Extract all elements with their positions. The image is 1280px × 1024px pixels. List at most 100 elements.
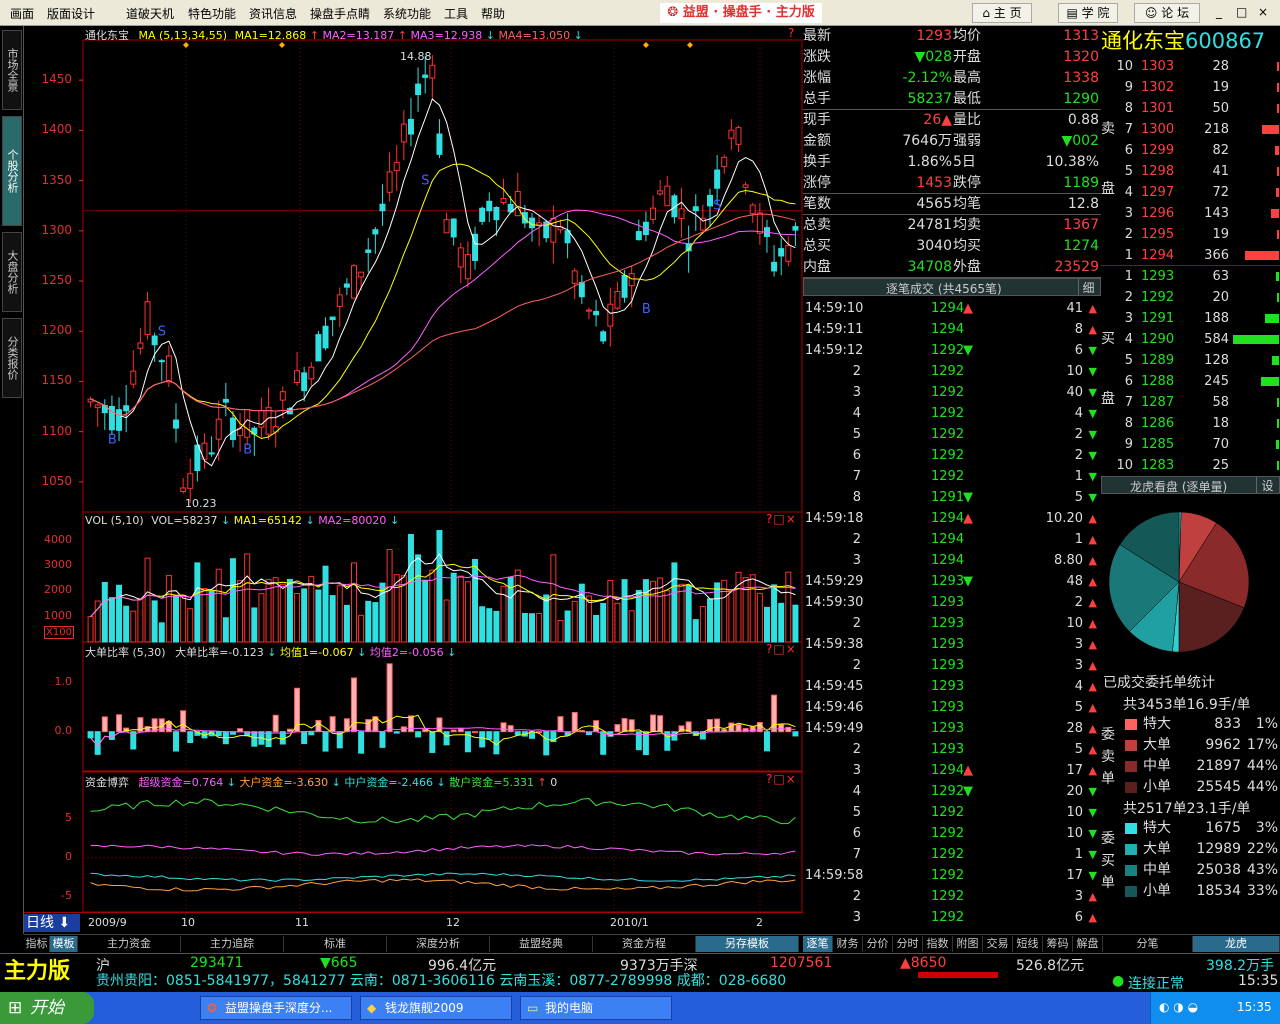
- tab-template[interactable]: 模板: [50, 936, 78, 952]
- fund-name-label: 资金博弈: [85, 776, 129, 789]
- volume-bar: [479, 606, 486, 643]
- maximize-button[interactable]: □: [1236, 5, 1247, 19]
- tab-index-analysis[interactable]: 大盘分析: [2, 232, 22, 312]
- menu-item-help[interactable]: 帮助: [481, 5, 505, 22]
- close-button[interactable]: ×: [1258, 5, 1268, 19]
- volume-bar: [685, 584, 692, 643]
- menu-item-layout[interactable]: 版面设计: [47, 5, 95, 22]
- menu-item-tianji[interactable]: 道破天机: [126, 5, 174, 22]
- tick-price: 1293: [931, 574, 965, 589]
- ratio-tick-label: 1.0: [54, 674, 73, 688]
- academy-button[interactable]: ▤ 学 院: [1058, 3, 1118, 23]
- tick-row: 3 1292 40 ▼: [803, 382, 1101, 403]
- right-tab-1[interactable]: 财务: [833, 936, 863, 952]
- right-tab-0[interactable]: 逐笔: [803, 936, 833, 952]
- stats-name: 大单: [1143, 841, 1171, 857]
- volume-bar: [336, 585, 343, 643]
- book-price: 1300: [1141, 122, 1175, 137]
- quote-value: 23529: [1054, 259, 1099, 275]
- menu-item-features[interactable]: 特色功能: [188, 5, 236, 22]
- tick-price: 1292: [931, 469, 965, 484]
- longhu-settings-button[interactable]: 设: [1256, 477, 1278, 493]
- taskbar: ⊞ 开始 ❂ 益盟操盘手深度分... ◆ 钱龙旗舰2009 ▭ 我的电脑 ◐ ◑ ◒ 1…: [0, 992, 1280, 1024]
- book-price: 1295: [1141, 227, 1175, 242]
- quote-value: 12.8: [1067, 196, 1099, 212]
- tab-fund-equation[interactable]: 资金方程: [593, 936, 696, 952]
- right-tab-9[interactable]: 解盘: [1073, 936, 1103, 952]
- close-icon[interactable]: ×: [786, 642, 797, 656]
- tick-volume: 1: [1074, 532, 1083, 547]
- taskbar-item-mycomputer[interactable]: ▭ 我的电脑: [520, 996, 672, 1020]
- vol-tick-label: 1000: [44, 608, 72, 622]
- menu-item-dianjing[interactable]: 操盘手点睛: [310, 5, 370, 22]
- close-icon[interactable]: ×: [786, 772, 797, 786]
- right-tab-2[interactable]: 分价: [863, 936, 893, 952]
- tab-save-template[interactable]: 另存模板: [696, 936, 799, 952]
- tab-classic[interactable]: 益盟经典: [490, 936, 593, 952]
- tab-main-capital[interactable]: 主力资金: [78, 936, 181, 952]
- close-icon[interactable]: ×: [786, 512, 797, 526]
- tab-indicator[interactable]: 指标: [24, 936, 50, 952]
- tick-list: 14:59:10 1294 ▲ 41 ▲ 14:59:11 1294 8 ▲ 14:59:12 12…: [803, 298, 1101, 934]
- volume-bar: [671, 562, 678, 643]
- ratio-bar: [379, 731, 386, 748]
- right-tab-5[interactable]: 附图: [953, 936, 983, 952]
- tick-time: 2: [852, 742, 861, 757]
- tick-price: 1292: [931, 910, 965, 925]
- ratio-bar: [237, 728, 244, 733]
- tick-volume: 20: [1066, 784, 1083, 799]
- price-panel-help-icon[interactable]: ?: [788, 26, 794, 40]
- menu-item-news[interactable]: 资讯信息: [249, 5, 297, 22]
- volume-bar: [173, 595, 179, 643]
- volume-bar: [116, 584, 123, 643]
- quote-value: 0.88: [1067, 112, 1099, 128]
- book-volume: 19: [1212, 227, 1229, 242]
- right-tab-4[interactable]: 指数: [923, 936, 953, 952]
- forum-button[interactable]: ☺ 论 坛: [1134, 3, 1200, 23]
- start-button[interactable]: ⊞ 开始: [0, 992, 94, 1024]
- candle-body: [571, 270, 578, 284]
- period-selector[interactable]: 日线 ⬇: [24, 914, 80, 932]
- volume-bar: [144, 557, 151, 643]
- home-button[interactable]: ⌂ 主 页: [972, 3, 1032, 23]
- buy-marker: B: [642, 302, 651, 317]
- right-tab-3[interactable]: 分时: [893, 936, 923, 952]
- book-row: 7 1300 218: [1101, 119, 1280, 140]
- tick-time: 2: [852, 364, 861, 379]
- tick-detail-button[interactable]: 细: [1078, 279, 1098, 295]
- candle-body: [180, 487, 187, 492]
- restore-icon[interactable]: □: [773, 772, 785, 786]
- volume-bar: [607, 580, 614, 643]
- quote-value: 1367: [1063, 217, 1099, 233]
- x-tick-label: 2009/9: [88, 916, 127, 929]
- y-tick-label: 1350: [41, 172, 72, 187]
- right-tab-10[interactable]: 分笔: [1103, 936, 1193, 952]
- tab-main-tracking[interactable]: 主力追踪: [181, 936, 284, 952]
- stats-name: 小单: [1143, 883, 1171, 899]
- forum-label: 论 坛: [1161, 6, 1190, 20]
- volume-bar: [101, 582, 108, 643]
- tab-deep-analysis[interactable]: 深度分析: [387, 936, 490, 952]
- minimize-button[interactable]: _: [1216, 5, 1222, 19]
- tab-standard[interactable]: 标准: [284, 936, 387, 952]
- right-tab-8[interactable]: 筹码: [1043, 936, 1073, 952]
- volume-bar: [756, 592, 763, 643]
- restore-icon[interactable]: □: [773, 642, 785, 656]
- candle-body: [621, 274, 628, 298]
- right-tab-6[interactable]: 交易: [983, 936, 1013, 952]
- taskbar-item-qianlong[interactable]: ◆ 钱龙旗舰2009: [360, 996, 512, 1020]
- quote-key: 换手: [803, 154, 831, 170]
- menu-item-system[interactable]: 系统功能: [383, 5, 431, 22]
- right-tab-7[interactable]: 短线: [1013, 936, 1043, 952]
- volume-bar: [222, 617, 229, 643]
- candle-body: [308, 366, 315, 380]
- tick-volume: 5: [1074, 700, 1083, 715]
- right-tab-11[interactable]: 龙虎: [1193, 936, 1280, 952]
- tab-market-overview[interactable]: 市场全景: [2, 30, 22, 110]
- book-level: 8: [1124, 101, 1133, 116]
- restore-icon[interactable]: □: [773, 512, 785, 526]
- candle-body: [443, 219, 450, 234]
- menu-item-tools[interactable]: 工具: [444, 5, 468, 22]
- taskbar-item-app[interactable]: ❂ 益盟操盘手深度分...: [200, 996, 352, 1020]
- menu-item-screen[interactable]: 画面: [10, 5, 34, 22]
